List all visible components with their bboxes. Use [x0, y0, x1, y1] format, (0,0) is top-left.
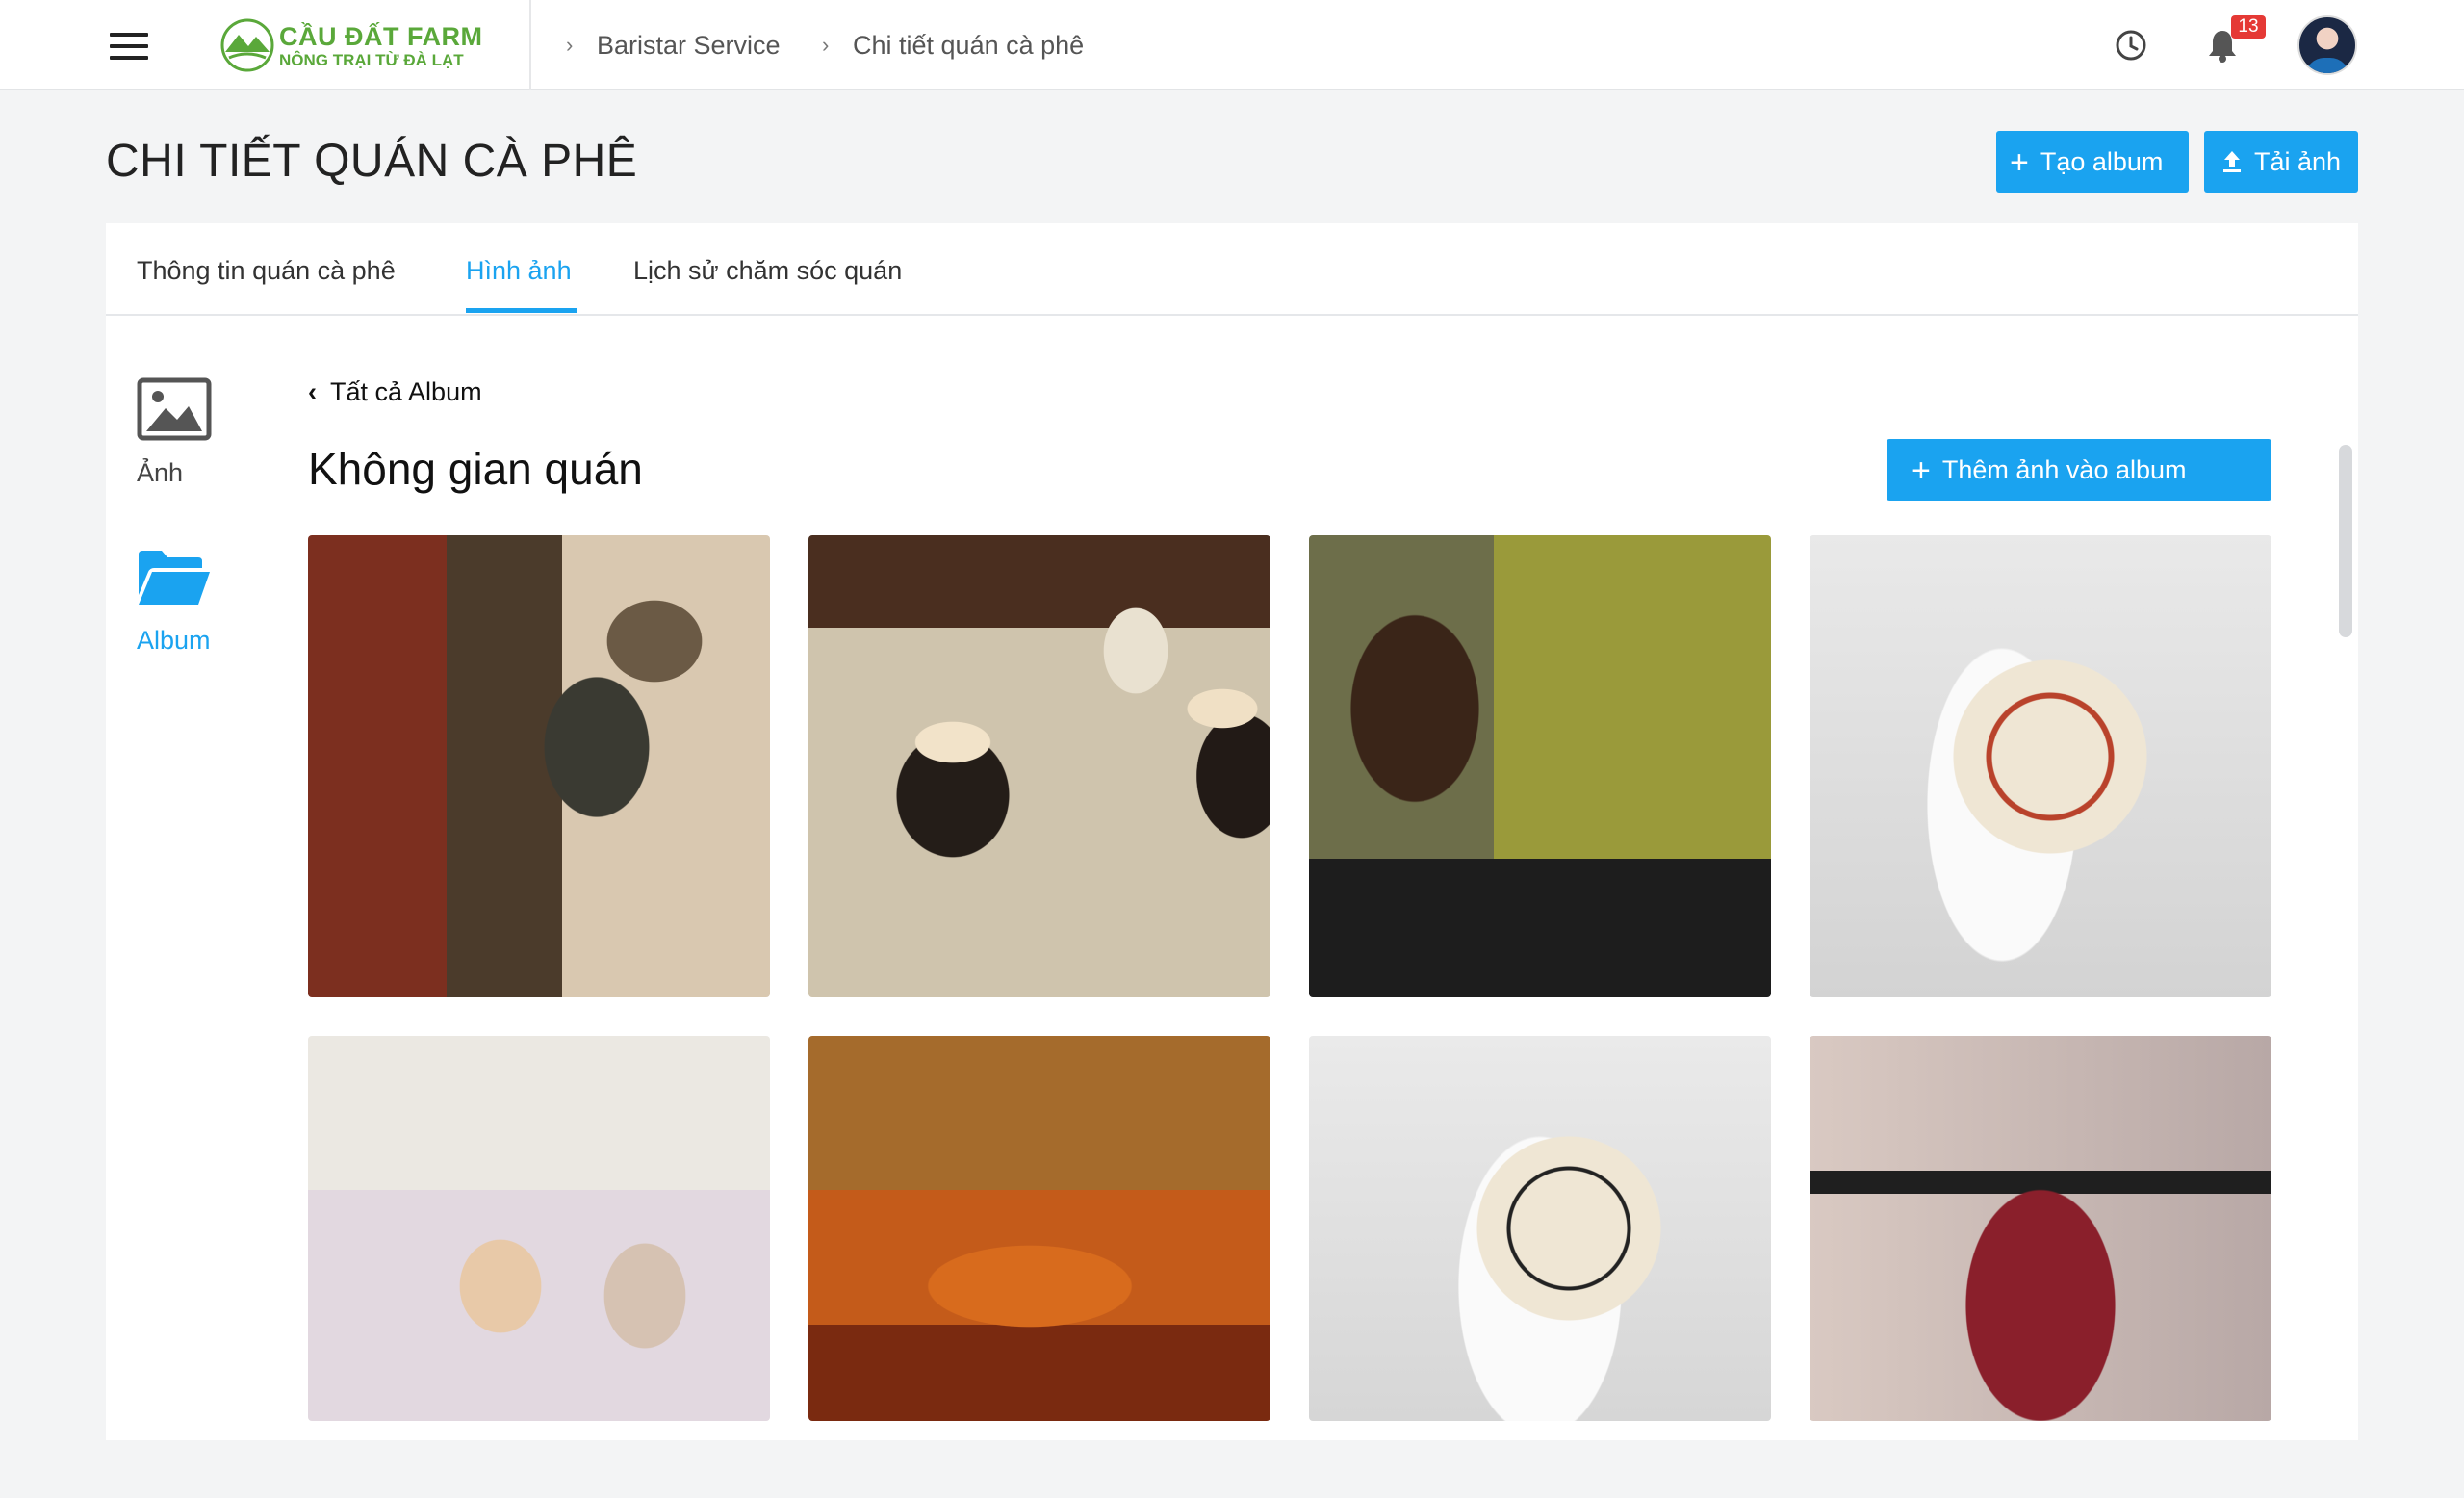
- upload-icon: [2223, 151, 2241, 172]
- chevron-right-icon: ›: [566, 33, 574, 57]
- side-nav-album[interactable]: Album: [135, 549, 250, 684]
- side-nav-photos-label: Ảnh: [137, 458, 184, 487]
- active-tab-indicator: [466, 308, 578, 313]
- notification-badge: 13: [2231, 15, 2266, 39]
- album-photo[interactable]: [1309, 535, 1771, 997]
- logo-title: CẦU ĐẤT FARM: [279, 22, 483, 51]
- history-clock-icon[interactable]: [2114, 28, 2148, 63]
- upload-photo-label: Tải ảnh: [2254, 147, 2342, 176]
- tab-bar: Thông tin quán cà phê Hình ảnh Lịch sử c…: [106, 223, 2358, 316]
- create-album-label: Tạo album: [2040, 147, 2164, 176]
- content-card: Thông tin quán cà phê Hình ảnh Lịch sử c…: [106, 223, 2358, 1440]
- create-album-button[interactable]: + Tạo album: [1996, 131, 2189, 193]
- breadcrumb-current-page: Chi tiết quán cà phê: [853, 31, 1085, 60]
- image-icon: [137, 377, 212, 441]
- breadcrumb-baristar-service[interactable]: Baristar Service: [597, 31, 781, 61]
- tab-care-history[interactable]: Lịch sử chăm sóc quán: [633, 256, 902, 286]
- back-link-label: Tất cả Album: [330, 377, 482, 406]
- chevron-left-icon: ‹: [308, 377, 317, 406]
- logo-subtitle: NÔNG TRẠI TỪ ĐÀ LẠT: [279, 51, 464, 69]
- album-photo[interactable]: [808, 1036, 1270, 1421]
- brand-logo[interactable]: CẦU ĐẤT FARM NÔNG TRẠI TỪ ĐÀ LẠT: [219, 17, 482, 75]
- chevron-right-icon: ›: [822, 33, 830, 57]
- scrollbar-thumb[interactable]: [2339, 445, 2352, 637]
- upload-photo-button[interactable]: Tải ảnh: [2204, 131, 2358, 193]
- folder-open-icon: [139, 551, 210, 605]
- plus-icon: +: [2010, 144, 2029, 181]
- album-photo[interactable]: [308, 535, 770, 997]
- menu-icon[interactable]: [110, 33, 148, 60]
- add-photo-label: Thêm ảnh vào album: [1941, 455, 2187, 484]
- add-photo-to-album-button[interactable]: + Thêm ảnh vào album: [1886, 439, 2272, 501]
- avatar[interactable]: [2297, 15, 2357, 75]
- header-divider: [529, 0, 531, 90]
- back-to-all-albums-link[interactable]: ‹ Tất cả Album: [308, 377, 482, 407]
- tab-photos[interactable]: Hình ảnh: [466, 256, 572, 286]
- album-photo[interactable]: [808, 535, 1270, 997]
- side-nav-album-label: Album: [137, 626, 211, 655]
- page-title: CHI TIẾT QUÁN CÀ PHÊ: [106, 136, 638, 187]
- tab-shop-info[interactable]: Thông tin quán cà phê: [137, 256, 396, 286]
- plus-icon: +: [1912, 452, 1931, 489]
- album-photo[interactable]: [308, 1036, 770, 1421]
- album-title: Không gian quán: [308, 444, 643, 494]
- top-bar: CẦU ĐẤT FARM NÔNG TRẠI TỪ ĐÀ LẠT › Baris…: [0, 0, 2464, 90]
- album-photo[interactable]: [1810, 1036, 2272, 1421]
- farm-logo-icon: [220, 18, 274, 72]
- album-photo[interactable]: [1309, 1036, 1771, 1421]
- side-nav-photos[interactable]: Ảnh: [135, 377, 231, 512]
- album-photo[interactable]: [1810, 535, 2272, 997]
